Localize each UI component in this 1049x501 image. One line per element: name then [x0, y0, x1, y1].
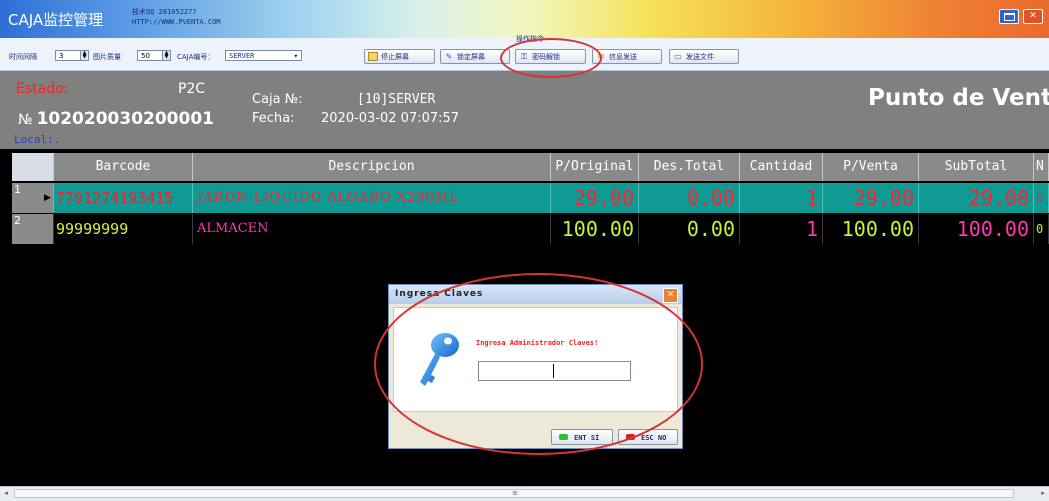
cell-p-venta: 100.00: [823, 214, 919, 244]
caja-no-label: Caja №:: [252, 92, 303, 107]
cell-p-original: 100.00: [551, 214, 639, 244]
fecha-value: 2020-03-02 07:07:57: [321, 111, 460, 126]
cell-barcode: 7791274193415: [54, 183, 193, 213]
caja-label: CAJA编号：: [177, 53, 215, 61]
ticket-number: № 102020030200001: [18, 109, 214, 129]
cell-subtotal: 29.00: [919, 183, 1034, 213]
interval-stepper[interactable]: 3 ▲ ▼: [55, 50, 89, 61]
scroll-right-icon[interactable]: ▸: [1037, 488, 1049, 499]
row-number: 2: [12, 214, 54, 244]
local-label: Local:.: [14, 133, 61, 146]
col-p-venta[interactable]: P/Venta: [823, 153, 919, 181]
app-title: CAJA监控管理: [8, 11, 104, 29]
pin-icon: ✎: [445, 52, 453, 61]
cell-descripcion: ALMACEN: [193, 214, 551, 244]
cell-subtotal: 100.00: [919, 214, 1034, 244]
cell-des-total: 0.00: [639, 183, 740, 213]
cell-des-total: 0.00: [639, 214, 740, 244]
col-n[interactable]: N: [1034, 153, 1049, 181]
send-message-button[interactable]: ✉ 信息发送: [592, 49, 662, 64]
cell-n: 0: [1034, 183, 1049, 213]
tech-url: HTTP://WWW.PVENTA.COM: [132, 18, 221, 26]
cell-cantidad: 1: [740, 214, 823, 244]
col-des-total[interactable]: Des.Total: [639, 153, 740, 181]
cell-cantidad: 1: [740, 183, 823, 213]
tech-info: 技术QQ 281052277 HTTP://WWW.PVENTA.COM: [132, 7, 221, 27]
fecha-label: Fecha:: [252, 111, 295, 126]
column-chooser-icon[interactable]: [12, 153, 54, 181]
annotation-ellipse: [374, 273, 703, 455]
image-quality-value: 50: [141, 52, 150, 60]
sale-info-panel: Estado: P2C № 102020030200001 Caja №: [10…: [0, 71, 1049, 149]
col-p-original[interactable]: P/Original: [551, 153, 639, 181]
cell-barcode: 99999999: [54, 214, 193, 244]
annotation-ellipse: [500, 38, 602, 78]
col-descripcion[interactable]: Descripcion: [193, 153, 551, 181]
stepper-arrows-icon[interactable]: ▲ ▼: [162, 51, 170, 60]
estado-label: Estado:: [16, 81, 69, 97]
title-bar: CAJA监控管理 技术QQ 281052277 HTTP://WWW.PVENT…: [0, 0, 1049, 38]
interval-label: 时间间隔: [9, 53, 37, 61]
image-quality-stepper[interactable]: 50 ▲ ▼: [137, 50, 171, 61]
col-subtotal[interactable]: SubTotal: [919, 153, 1034, 181]
file-icon: ▭: [674, 52, 682, 61]
cell-n: 0: [1034, 214, 1049, 244]
maximize-icon[interactable]: [999, 9, 1019, 24]
p2c-label: P2C: [178, 81, 206, 97]
close-icon[interactable]: [1023, 9, 1043, 24]
col-barcode[interactable]: Barcode: [54, 153, 193, 181]
cell-p-original: 29.00: [551, 183, 639, 213]
page-title: Punto de Venta: [868, 85, 1049, 111]
image-quality-label: 图片质量: [93, 53, 121, 61]
row-number: 1 ▶: [12, 183, 54, 213]
close-icon[interactable]: ✕: [663, 288, 678, 303]
send-file-button[interactable]: ▭ 发送文件: [669, 49, 739, 64]
chevron-down-icon: ▾: [293, 52, 298, 60]
caja-no-value: [10]SERVER: [357, 92, 436, 107]
grip-icon: ≡: [512, 489, 518, 497]
cell-descripcion: JABON LIQUIDO ALGABO X296ML: [193, 183, 551, 213]
col-cantidad[interactable]: Cantidad: [740, 153, 823, 181]
stop-icon: [368, 52, 378, 61]
caja-select-value: SERVER: [229, 52, 255, 60]
scroll-left-icon[interactable]: ◂: [0, 488, 12, 499]
row-pointer-icon: ▶: [44, 193, 51, 203]
window-controls: [999, 9, 1043, 24]
stop-screen-button[interactable]: 停止屏幕: [364, 49, 435, 64]
tech-qq: 技术QQ 281052277: [132, 8, 197, 16]
horizontal-scrollbar[interactable]: ◂ ≡ ▸: [0, 486, 1049, 501]
interval-value: 3: [59, 52, 64, 60]
stepper-arrows-icon[interactable]: ▲ ▼: [80, 51, 88, 60]
cell-p-venta: 29.00: [823, 183, 919, 213]
caja-select[interactable]: SERVER ▾: [225, 50, 302, 61]
